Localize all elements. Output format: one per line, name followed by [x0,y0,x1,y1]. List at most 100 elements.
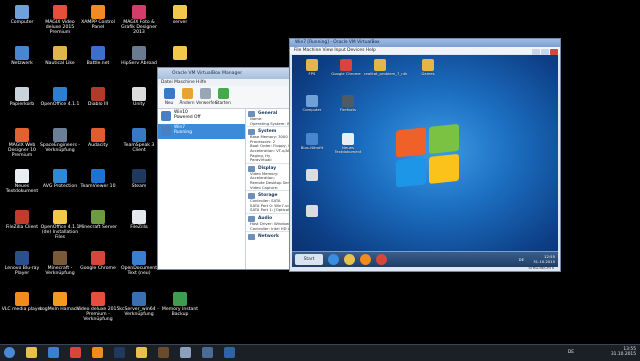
vm-item-win10[interactable]: Win10 Powered Off [158,109,245,124]
guest-taskbar-media[interactable] [360,254,371,265]
desktop-icon-label: Google Chrome [80,266,116,271]
app-icon [15,251,29,265]
app-icon [342,95,354,107]
app-icon [132,128,146,142]
guest-menu-bar[interactable]: File Machine View Input Devices Help [290,47,560,54]
desktop-icon-label: Diablo III [87,102,109,107]
taskbar: DE 13:55 31.10.2015 [0,344,640,361]
desktop-icon-label: Steam [131,184,147,189]
app-icon [15,5,29,19]
desktop-icon-label: FileZilla [130,225,148,230]
vm-os-icon [161,111,171,121]
app-icon [15,46,29,60]
desktop-icon[interactable]: Diablo III [76,87,120,107]
desktop-icon[interactable]: TeamSpeak 3 Client [117,128,161,153]
guest-start-button[interactable]: Start [295,254,323,265]
guest-icon-label: Google Chrome [331,71,361,76]
desktop-icon-label: Unity [132,102,146,107]
app-icon [173,46,187,60]
app-icon [53,46,67,60]
desktop-icon[interactable]: OpenDocument Text (neu) [117,251,161,276]
guest-taskbar-ie[interactable] [328,254,339,265]
start-vm-button[interactable]: Starten [214,88,232,105]
desktop-icon[interactable]: server [158,5,202,25]
guest-icon-label: FPS [308,71,316,76]
app-icon [306,133,318,145]
guest-desktop-icon[interactable]: Bios-Nitrofit [296,133,328,150]
desktop-icon[interactable]: TeamViewer 10 [76,169,120,189]
app-icon [15,292,29,306]
taskbar-folder[interactable] [136,347,147,358]
taskbar-virtualbox[interactable] [224,347,235,358]
guest-language-indicator[interactable]: DE [519,257,524,262]
guest-desktop[interactable]: FPS Google Chrome realitat_problem_7_ntk Ga… [292,55,558,267]
taskbar-game[interactable] [158,347,169,358]
desktop-icon[interactable]: XAMPP Control Panel [76,5,120,30]
vm-item-win7[interactable]: Win7 Running [158,124,245,139]
desktop-icon-label: Memory Instant Backup [161,307,199,318]
desktop-icon[interactable]: Unity [117,87,161,107]
app-icon [15,128,29,142]
app-icon [91,251,105,265]
guest-clock[interactable]: 12:55 31.10.2015 [533,254,555,264]
desktop-icon[interactable]: Minecraft Server [76,210,120,230]
guest-taskbar-chrome[interactable] [376,254,387,265]
app-icon [53,251,67,265]
desktop-icon[interactable]: Audacity [76,128,120,148]
start-button[interactable] [4,347,15,358]
settings-button[interactable]: Ändern [178,88,196,105]
desktop-icon[interactable]: MAGIX Foto & Grafik Designer 2013 [117,5,161,36]
guest-desktop-icon[interactable]: Firefoxts [332,95,364,112]
desktop-icon[interactable]: kcServer_win64 - Verknüpfung [117,292,161,317]
desktop-icon[interactable]: HipServ Abroad [117,46,161,66]
app-icon [53,169,67,183]
app-icon [132,5,146,19]
desktop-icon-label: TeamViewer 10 [80,184,116,189]
language-indicator[interactable]: DE [568,350,574,355]
new-icon [163,88,175,99]
new-vm-button[interactable]: Neu [160,88,178,105]
vm-state: Powered Off [174,115,201,120]
guest-desktop-icon[interactable]: realitat_problem_7_ntk [364,59,407,76]
vbm-toolbar: Neu Ändern Verwerfen Starten [158,86,300,109]
desktop-icon[interactable]: Memory Instant Backup [158,292,202,317]
gear-icon [181,88,193,99]
desktop-icon[interactable]: Google Chrome [76,251,120,271]
taskbar-vlc[interactable] [92,347,103,358]
guest-desktop-icon[interactable] [296,169,328,182]
desktop-icon[interactable]: FileZilla [117,210,161,230]
desktop-icon[interactable]: Battle.net [76,46,120,66]
clock[interactable]: 13:55 31.10.2015 [611,347,636,357]
desktop-icon[interactable]: Video deluxe 2015 Premium - Verknüpfung [76,292,120,323]
vbm-title-bar[interactable]: Oracle VM VirtualBox Manager [158,68,300,79]
host-key-label: STRG-RECHTS [528,266,554,270]
taskbar-media[interactable] [48,347,59,358]
desktop-icon-label: MAGIX Foto & Grafik Designer 2013 [121,20,157,36]
guest-taskbar-explorer[interactable] [344,254,355,265]
guest-desktop-icon[interactable]: Computer [296,95,328,112]
desktop-icon-label: Video deluxe 2015 Premium - Verknüpfung [76,307,120,323]
guest-clock-date: 31.10.2015 [533,259,555,264]
taskbar-app[interactable] [180,347,191,358]
vm-state: Running [174,130,192,135]
desktop-icon[interactable] [158,46,202,61]
guest-title-bar[interactable]: Win7 [Running] - Oracle VM VirtualBox [290,39,560,47]
app-icon [173,5,187,19]
monitor-icon [248,165,255,172]
start-arrow-icon [217,88,229,99]
taskbar-explorer[interactable] [26,347,37,358]
taskbar-app2[interactable] [202,347,213,358]
vbm-menu-bar[interactable]: Datei Maschine Hilfe [158,79,300,86]
discard-button[interactable]: Verwerfen [196,88,217,105]
taskbar-steam[interactable] [114,347,125,358]
guest-desktop-icon[interactable]: Games [412,59,444,76]
guest-desktop-icon[interactable] [296,205,328,218]
app-icon [306,59,318,71]
guest-desktop-icon[interactable]: FPS [296,59,328,76]
app-icon [306,205,318,217]
desktop-icon-label: TeamSpeak 3 Client [123,143,155,154]
guest-desktop-icon[interactable]: Neues Textdokument [332,133,364,155]
taskbar-chrome[interactable] [70,347,81,358]
guest-desktop-icon[interactable]: Google Chrome [330,59,362,76]
desktop-icon[interactable]: Steam [117,169,161,189]
